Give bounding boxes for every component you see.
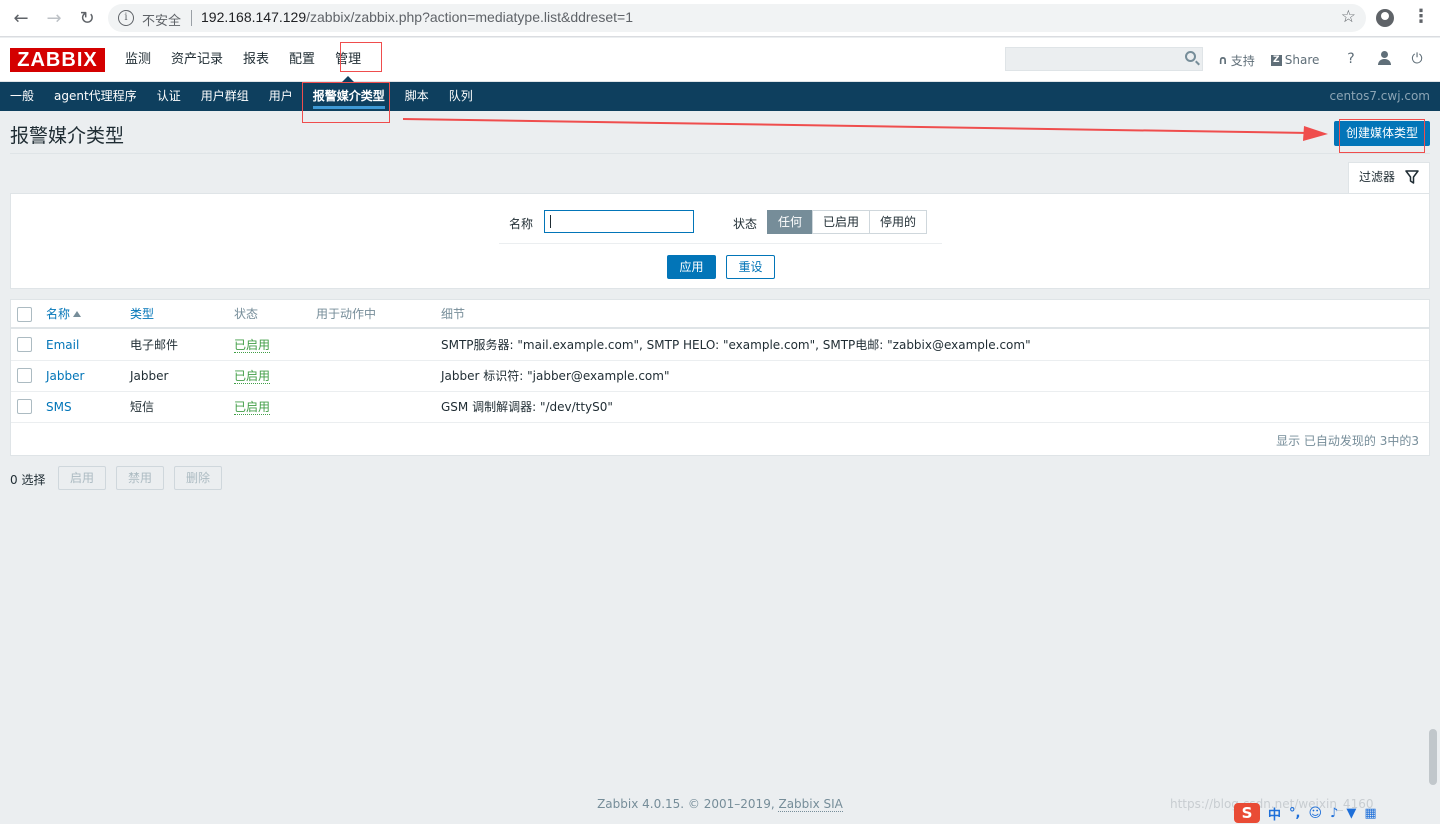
- arrow-head: [1303, 126, 1328, 141]
- arrow-shaft: [402, 118, 1311, 134]
- annotation-arrow: [402, 118, 1328, 141]
